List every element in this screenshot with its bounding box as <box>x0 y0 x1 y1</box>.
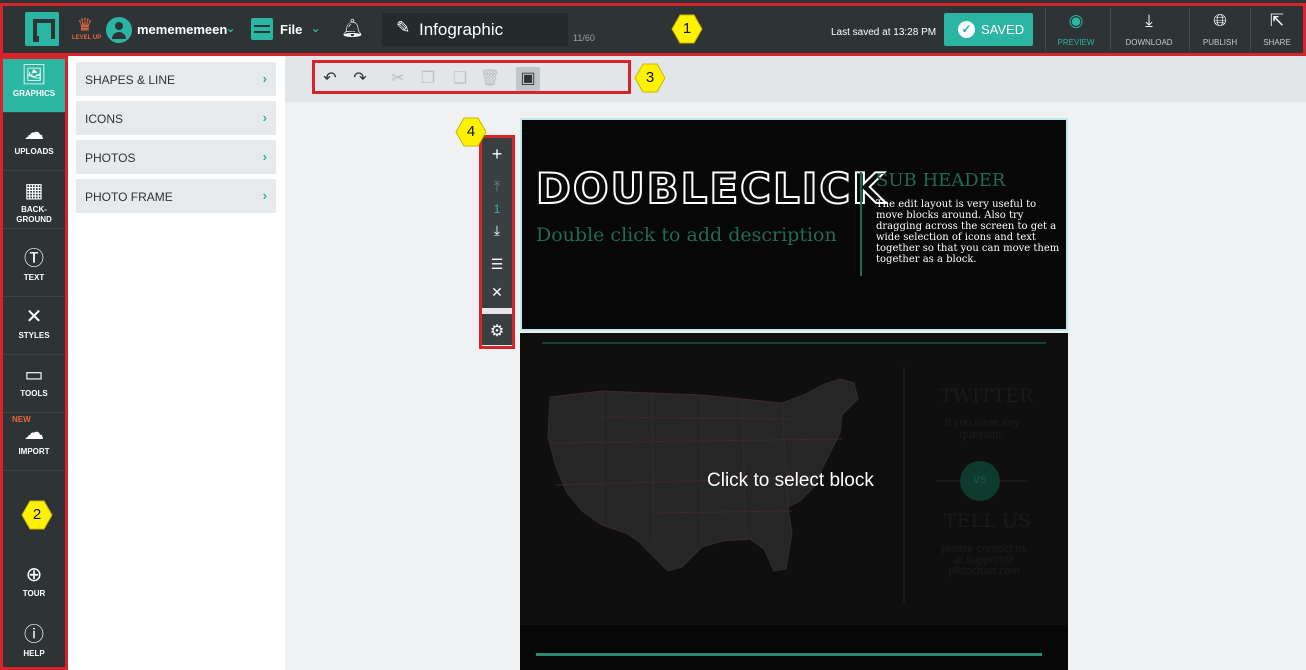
callout-1: 1 <box>671 13 703 45</box>
annotation-frame-2 <box>0 56 68 670</box>
panel-item-label: PHOTOS <box>85 151 136 165</box>
header-block[interactable]: DOUBLECLICK Double click to add descript… <box>520 118 1068 331</box>
click-to-select-label[interactable]: Click to select block <box>707 470 874 492</box>
annotation-frame-3 <box>312 60 631 94</box>
divider-line <box>536 653 1042 656</box>
vs-circle[interactable]: VS <box>960 461 1000 501</box>
divider-line <box>903 367 905 603</box>
panel-item-label: PHOTO FRAME <box>85 190 173 204</box>
callout-number: 2 <box>32 506 42 523</box>
callout-3: 3 <box>634 62 666 94</box>
divider-line <box>1000 480 1028 482</box>
panel-item-photos[interactable]: PHOTOS › <box>76 140 276 174</box>
divider-line <box>860 172 862 276</box>
chevron-right-icon: › <box>262 149 267 164</box>
header-title[interactable]: DOUBLECLICK <box>535 163 887 214</box>
map-block[interactable]: Click to select block TWITTER If you hav… <box>520 333 1068 670</box>
callout-4: 4 <box>455 116 487 148</box>
footer-band <box>520 625 1068 670</box>
chevron-right-icon: › <box>262 71 267 86</box>
callout-number: 3 <box>645 69 655 86</box>
twitter-subtext[interactable]: If you have any question, <box>944 417 1020 441</box>
tell-us-subtext[interactable]: please contact us at support@ piktochart… <box>938 544 1030 577</box>
callout-number: 4 <box>466 123 476 140</box>
divider-line <box>936 480 960 482</box>
callout-2: 2 <box>21 499 53 531</box>
panel-item-shapes-line[interactable]: SHAPES & LINE › <box>76 62 276 96</box>
graphics-panel: SHAPES & LINE › ICONS › PHOTOS › PHOTO F… <box>68 55 285 670</box>
divider-line <box>542 342 1046 344</box>
twitter-heading[interactable]: TWITTER <box>940 385 1034 407</box>
panel-item-icons[interactable]: ICONS › <box>76 101 276 135</box>
panel-item-label: SHAPES & LINE <box>85 73 176 87</box>
annotation-frame-1 <box>0 3 1306 56</box>
annotation-frame-4 <box>479 135 515 349</box>
panel-item-label: ICONS <box>85 112 124 126</box>
chevron-right-icon: › <box>262 110 267 125</box>
piktochart-editor: ♛ LEVEL UP memememeen ⌄ File ⌄ 🔔︎ ✎ Info… <box>0 0 1306 670</box>
callout-number: 1 <box>682 20 692 37</box>
sub-header-text[interactable]: The edit layout is very useful to move b… <box>876 199 1062 265</box>
tell-us-heading[interactable]: TELL US <box>944 510 1031 532</box>
sub-header[interactable]: SUB HEADER <box>876 170 1005 191</box>
header-description[interactable]: Double click to add description <box>536 224 837 246</box>
chevron-right-icon: › <box>262 188 267 203</box>
panel-item-photo-frame[interactable]: PHOTO FRAME › <box>76 179 276 213</box>
